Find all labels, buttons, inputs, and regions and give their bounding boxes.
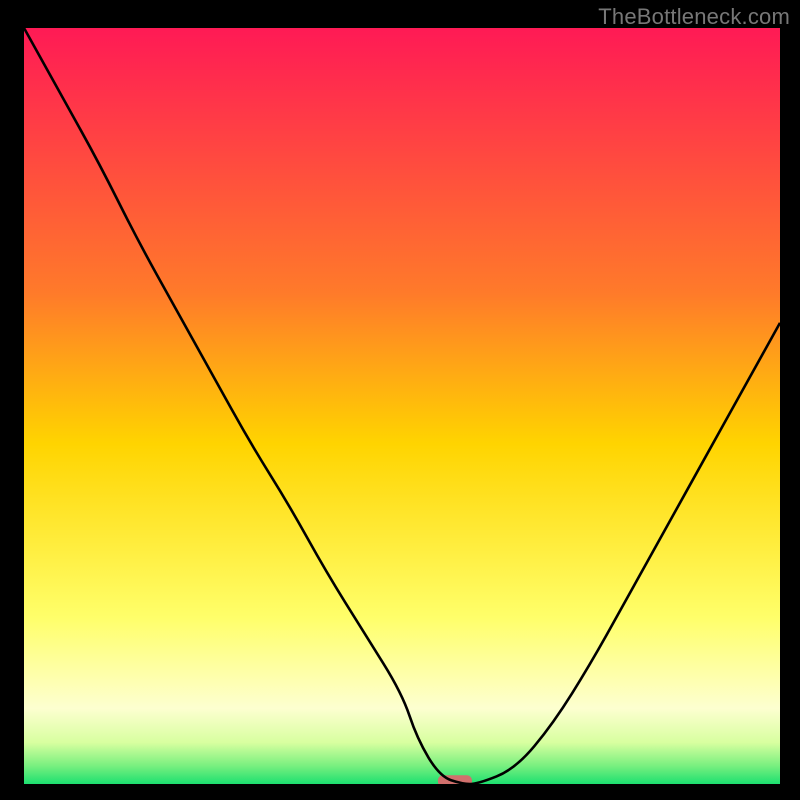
gradient-background	[24, 28, 780, 784]
plot-area	[24, 28, 780, 784]
chart-frame: TheBottleneck.com	[0, 0, 800, 800]
watermark-text: TheBottleneck.com	[598, 4, 790, 30]
chart-svg	[24, 28, 780, 784]
